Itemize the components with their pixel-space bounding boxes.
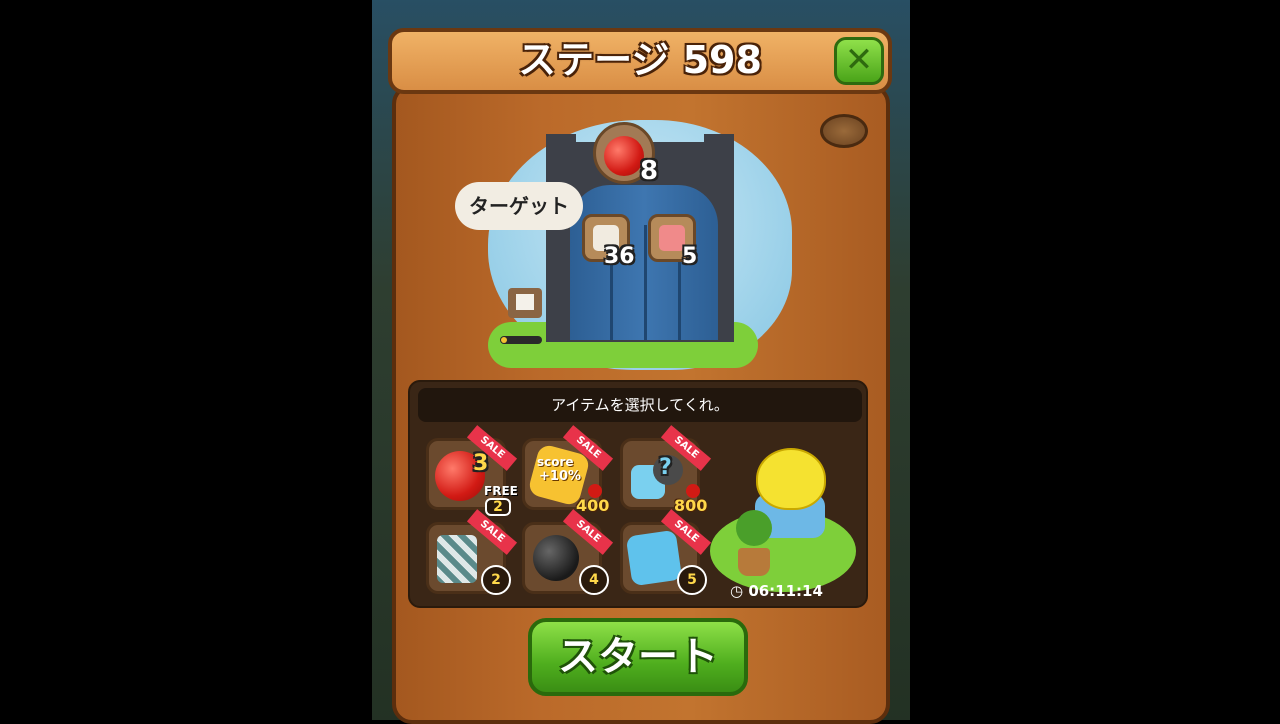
- start-button[interactable]: スタート: [528, 618, 748, 696]
- score-label: score: [537, 455, 574, 469]
- apple-icon: [604, 136, 644, 176]
- bomb-item-count: 4: [579, 565, 609, 595]
- jelly-target-count: 5: [682, 244, 698, 269]
- bomb-icon: [533, 535, 579, 581]
- free-label: FREE: [484, 484, 518, 498]
- apple-item-number: 3: [473, 451, 489, 476]
- door-plank: [644, 225, 647, 340]
- stage-title: ステージ 598: [518, 38, 762, 82]
- cannon-icon: [437, 535, 477, 583]
- castle-crenel: [546, 134, 576, 150]
- cookie-box-item-count: 5: [677, 565, 707, 595]
- mystery-item-price: 800: [674, 496, 708, 515]
- target-label: ターゲット: [455, 182, 583, 230]
- close-button[interactable]: ✕: [834, 37, 884, 85]
- timer-value: 06:11:14: [748, 582, 823, 600]
- score-bonus: +10%: [539, 469, 582, 484]
- item-timer: ◷ 06:11:14: [730, 582, 823, 600]
- clock-icon: ◷: [730, 582, 749, 600]
- apple-item-count: 2: [485, 498, 511, 516]
- castle-crenel: [704, 134, 734, 150]
- score-item-price: 400: [576, 496, 610, 515]
- flower-pot: [738, 548, 770, 576]
- cookie-box-icon: [625, 529, 683, 587]
- question-mark: ?: [659, 455, 672, 480]
- progress-fill: [501, 337, 507, 343]
- coin-icon: [820, 114, 868, 148]
- items-prompt: アイテムを選択してくれ。: [418, 388, 862, 422]
- character-mascot: [756, 448, 826, 510]
- clover-icon: [736, 510, 772, 546]
- signpost-board: [516, 294, 534, 310]
- apple-target-count: 8: [640, 156, 659, 186]
- close-icon: ✕: [844, 40, 874, 80]
- cracker-target-count: 36: [604, 244, 635, 269]
- cannon-item-count: 2: [481, 565, 511, 595]
